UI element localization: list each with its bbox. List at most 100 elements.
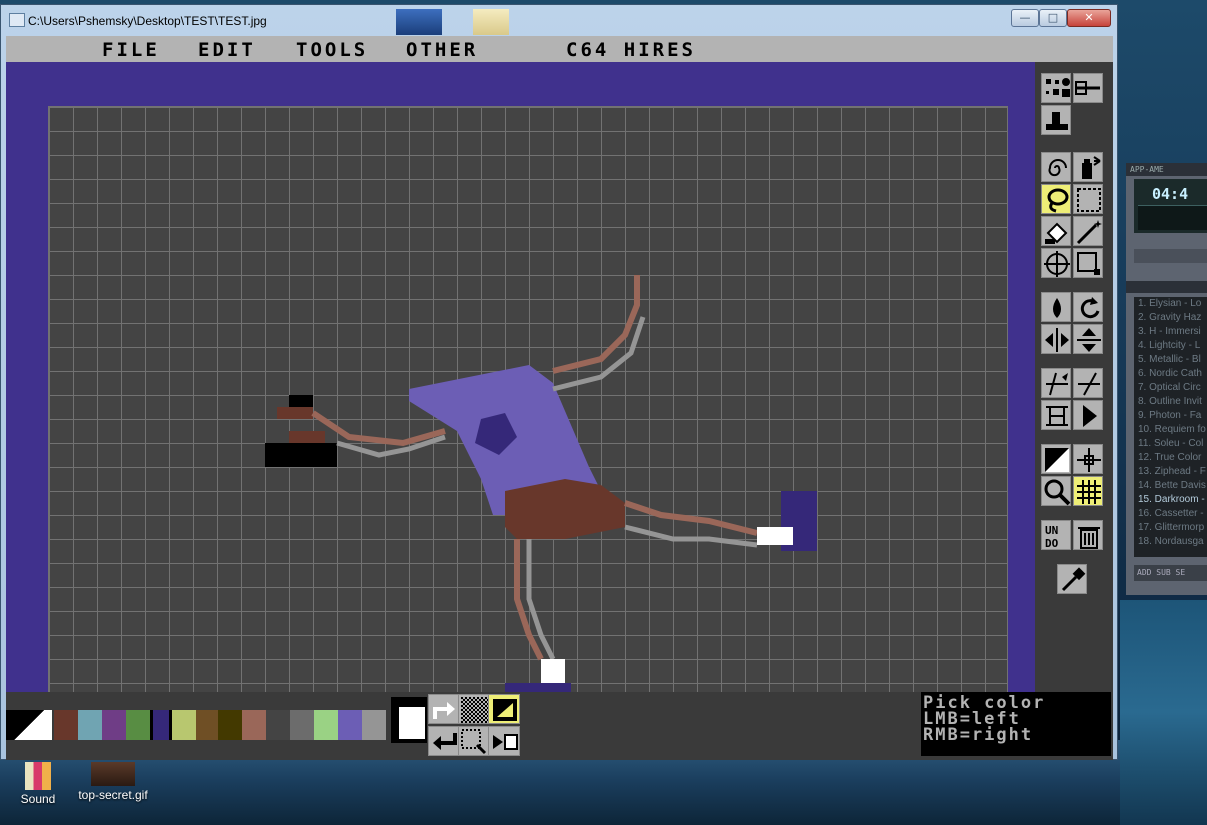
line-width-tool[interactable] bbox=[1073, 73, 1103, 103]
palette-swatch[interactable] bbox=[266, 710, 290, 740]
playlist-item[interactable]: 7. Optical Circ bbox=[1134, 381, 1207, 395]
status-box: Pick color LMB=left RMB=right bbox=[921, 692, 1111, 756]
palette-swatch[interactable] bbox=[54, 710, 78, 740]
playlist-item[interactable]: 8. Outline Invit bbox=[1134, 395, 1207, 409]
minimize-button[interactable]: — bbox=[1011, 9, 1039, 27]
app-window: C:\Users\Pshemsky\Desktop\TEST\TEST.jpg … bbox=[0, 4, 1118, 760]
palette-swatch[interactable] bbox=[150, 710, 172, 740]
palette-swatch[interactable] bbox=[290, 710, 314, 740]
artwork-head bbox=[289, 395, 313, 407]
rotate-tool[interactable] bbox=[1073, 292, 1103, 322]
palette-swatch[interactable] bbox=[172, 710, 196, 740]
rect-select-tool[interactable] bbox=[1073, 184, 1103, 214]
skew-vertical-tool[interactable] bbox=[1073, 368, 1103, 398]
playlist-item[interactable]: 10. Requiem fo bbox=[1134, 423, 1207, 437]
artwork-shorts bbox=[505, 479, 625, 539]
magic-wand-tool[interactable] bbox=[1073, 216, 1103, 246]
zoom-tool[interactable] bbox=[1041, 476, 1071, 506]
maximize-button[interactable]: □ bbox=[1039, 9, 1067, 27]
redo-tool[interactable] bbox=[428, 694, 460, 724]
playlist-item[interactable]: 18. Nordausga bbox=[1134, 535, 1207, 549]
taskbar-thumbnail-icon[interactable] bbox=[473, 9, 509, 35]
artwork-left-arm bbox=[311, 410, 446, 447]
menu-file[interactable]: FILE bbox=[102, 39, 160, 61]
artwork-hands bbox=[265, 443, 337, 467]
center-tool[interactable] bbox=[1073, 444, 1103, 474]
playlist-item[interactable]: 6. Nordic Cath bbox=[1134, 367, 1207, 381]
fill-tool[interactable] bbox=[1041, 216, 1071, 246]
flip-vertical-tool[interactable] bbox=[1073, 324, 1103, 354]
artwork-hands-skin bbox=[289, 431, 325, 443]
playlist-buttons[interactable]: ADD SUB SE bbox=[1134, 565, 1207, 581]
playlist-item[interactable]: 14. Bette Davis bbox=[1134, 479, 1207, 493]
crosshair-tool[interactable] bbox=[1041, 248, 1071, 278]
playlist-item[interactable]: 2. Gravity Haz bbox=[1134, 311, 1207, 325]
desktop-icon-sound[interactable]: Sound bbox=[3, 762, 73, 806]
stamp-tool[interactable] bbox=[1041, 105, 1071, 135]
palette-swatch[interactable] bbox=[196, 710, 218, 740]
brush-size-tool[interactable] bbox=[1041, 73, 1071, 103]
close-button[interactable]: ✕ bbox=[1067, 9, 1111, 27]
preview-tool[interactable] bbox=[488, 726, 520, 756]
center-icon bbox=[1077, 448, 1101, 472]
playlist-item[interactable]: 16. Cassetter - bbox=[1134, 507, 1207, 521]
palette-swatch[interactable] bbox=[218, 710, 242, 740]
current-color-indicator[interactable] bbox=[391, 697, 427, 743]
artwork-face bbox=[277, 407, 313, 419]
trash-tool[interactable] bbox=[1073, 520, 1103, 550]
taskbar-thumbnail-icon[interactable] bbox=[396, 9, 442, 35]
playlist-titlebar[interactable] bbox=[1126, 281, 1207, 293]
playlist-item[interactable]: 9. Photon - Fa bbox=[1134, 409, 1207, 423]
gif-thumbnail-icon bbox=[91, 762, 135, 786]
mode-label: C64 HIRES bbox=[566, 39, 696, 61]
playlist-item[interactable]: 1. Elysian - Lo bbox=[1134, 297, 1207, 311]
menu-other[interactable]: OTHER bbox=[406, 39, 478, 61]
menu-edit[interactable]: EDIT bbox=[198, 39, 256, 61]
grid-tool[interactable] bbox=[1073, 476, 1103, 506]
playlist-item[interactable]: 4. Lightcity - L bbox=[1134, 339, 1207, 353]
player-controls[interactable] bbox=[1134, 249, 1207, 263]
playlist-item[interactable]: 3. H - Immersi bbox=[1134, 325, 1207, 339]
palette-swatch[interactable] bbox=[314, 710, 338, 740]
desktop-icon-label: Sound bbox=[20, 792, 56, 806]
playlist-item[interactable]: 17. Glittermorp bbox=[1134, 521, 1207, 535]
playlist-item[interactable]: 12. True Color bbox=[1134, 451, 1207, 465]
palette-swatch[interactable] bbox=[126, 710, 150, 740]
palette-swatch[interactable] bbox=[338, 710, 362, 740]
drawing-canvas[interactable] bbox=[48, 106, 1008, 707]
flip-horizontal-tool[interactable] bbox=[1041, 324, 1071, 354]
eyedropper-tool[interactable] bbox=[1057, 564, 1087, 594]
lasso-tool[interactable] bbox=[1041, 184, 1071, 214]
undo-tool[interactable]: UN DO bbox=[1041, 520, 1071, 550]
playlist-item[interactable]: 5. Metallic - Bl bbox=[1134, 353, 1207, 367]
align-tool[interactable] bbox=[1041, 400, 1071, 430]
pattern-fill-tool[interactable] bbox=[458, 726, 490, 756]
menu-tools[interactable]: TOOLS bbox=[296, 39, 368, 61]
color-split-icon bbox=[1045, 448, 1069, 472]
title-bar[interactable]: C:\Users\Pshemsky\Desktop\TEST\TEST.jpg … bbox=[1, 5, 1117, 35]
skew-tool[interactable] bbox=[1041, 368, 1071, 398]
spray-tool[interactable] bbox=[1073, 152, 1103, 182]
swap-colors-tool[interactable] bbox=[488, 694, 520, 724]
playlist-item[interactable]: 15. Darkroom - bbox=[1134, 493, 1207, 507]
crosshair-icon bbox=[1044, 251, 1070, 277]
svg-text:UN: UN bbox=[1045, 524, 1058, 537]
flip-vertical-icon bbox=[1077, 328, 1101, 352]
undo-arrow-tool[interactable] bbox=[428, 726, 460, 756]
palette-swatch[interactable] bbox=[242, 710, 266, 740]
palette-swatch[interactable] bbox=[102, 710, 126, 740]
screen-border bbox=[6, 62, 1035, 707]
palette-swatch-black-white[interactable] bbox=[6, 710, 52, 740]
playlist-item[interactable]: 11. Soleu - Col bbox=[1134, 437, 1207, 451]
palette-swatch[interactable] bbox=[362, 710, 386, 740]
spiral-tool[interactable] bbox=[1041, 152, 1071, 182]
play-tool[interactable] bbox=[1073, 400, 1103, 430]
drop-tool[interactable] bbox=[1041, 292, 1071, 322]
color-split-tool[interactable] bbox=[1041, 444, 1071, 474]
playlist-item[interactable]: 13. Ziphead - F bbox=[1134, 465, 1207, 479]
player-title[interactable]: APP-AME bbox=[1126, 163, 1207, 176]
palette-swatch[interactable] bbox=[78, 710, 102, 740]
dither-tool[interactable] bbox=[458, 694, 490, 724]
desktop-icon-top-secret[interactable]: top-secret.gif bbox=[78, 762, 148, 802]
crop-tool[interactable] bbox=[1073, 248, 1103, 278]
